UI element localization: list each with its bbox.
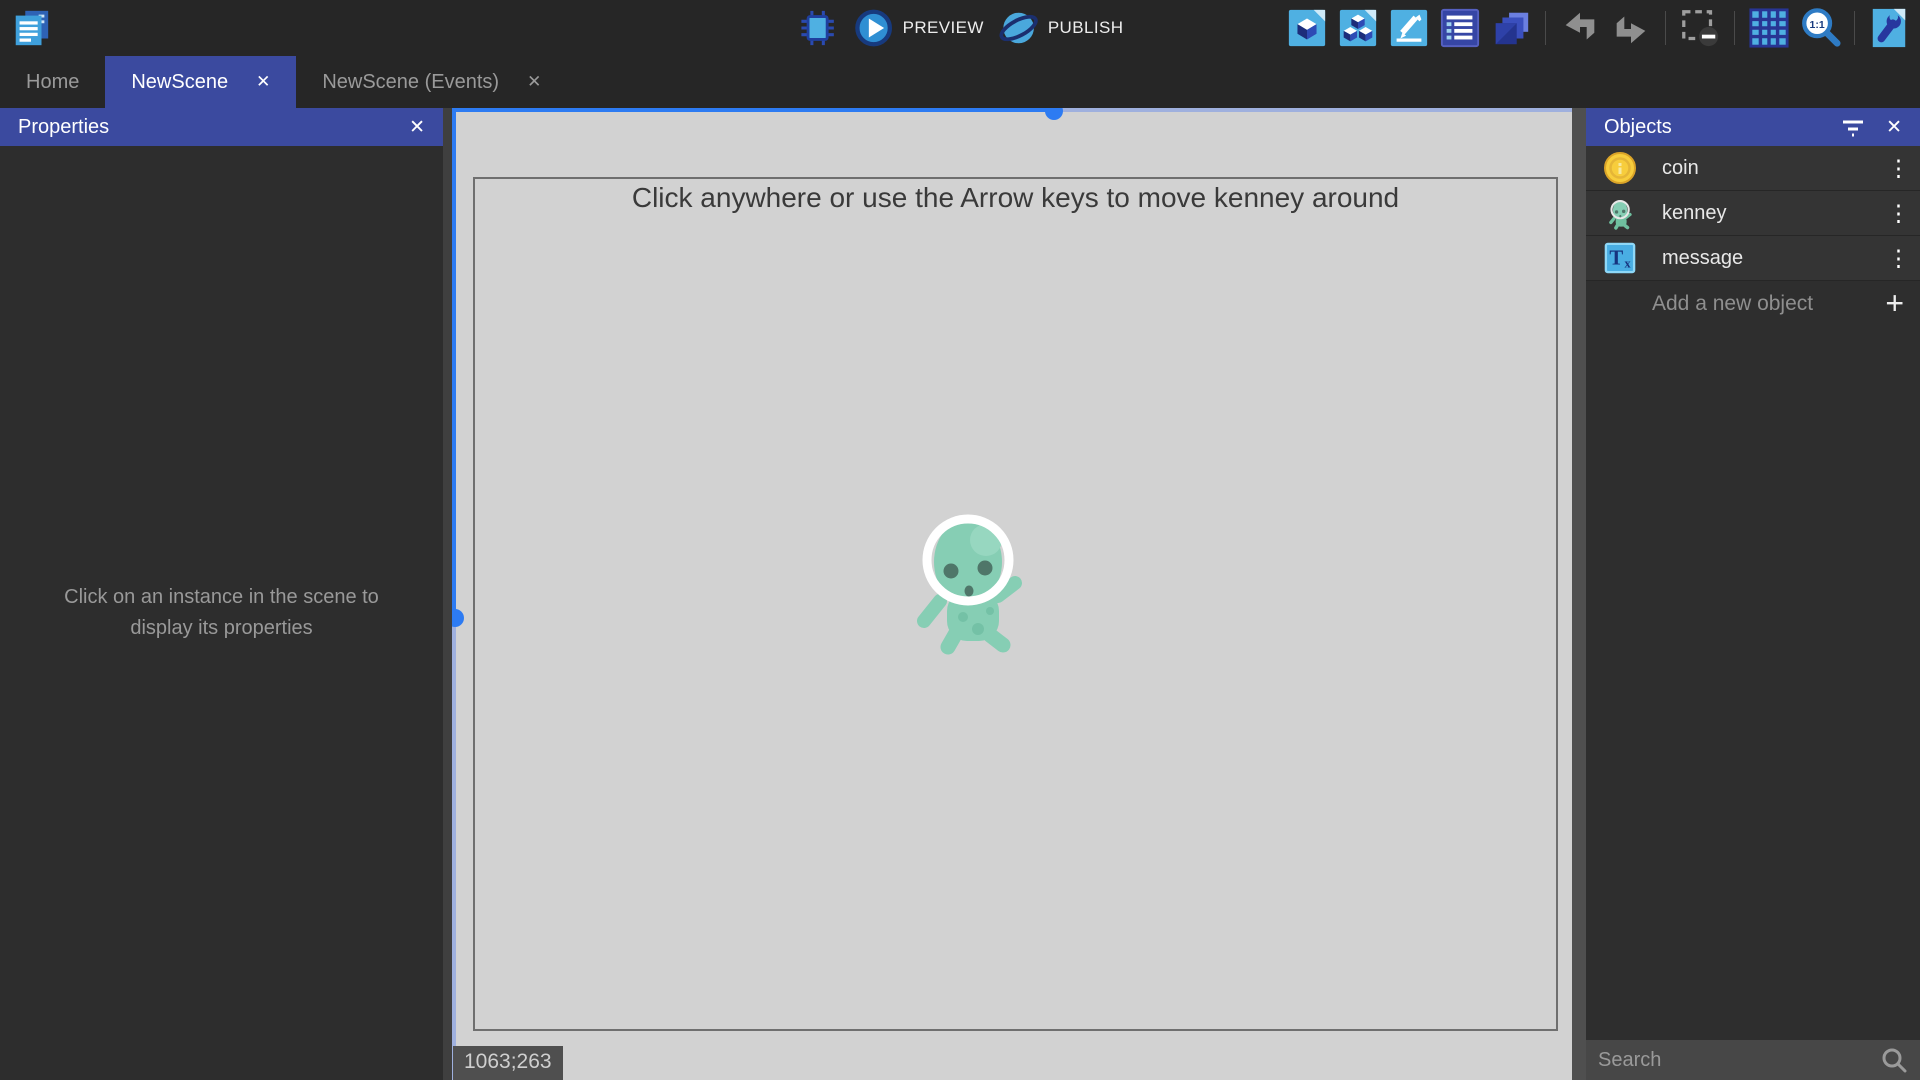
tab-home[interactable]: Home	[0, 56, 105, 108]
search-icon[interactable]	[1880, 1046, 1908, 1074]
properties-close-icon[interactable]: ✕	[409, 116, 425, 139]
redo-icon[interactable]	[1610, 7, 1652, 49]
kenney-icon	[1602, 195, 1638, 231]
properties-panel-title: Properties	[18, 116, 109, 139]
selection-border-left	[452, 108, 456, 618]
scene-canvas[interactable]: Click anywhere or use the Arrow keys to …	[452, 108, 1572, 1080]
preview-label: PREVIEW	[903, 18, 984, 38]
tab-newscene-events-label: NewScene (Events)	[322, 71, 499, 94]
objects-search-bar	[1586, 1040, 1920, 1080]
main-menu-button[interactable]	[10, 7, 54, 51]
selection-border-top-light	[1054, 108, 1572, 112]
publish-button[interactable]: PUBLISH	[998, 7, 1124, 49]
filter-icon[interactable]	[1840, 114, 1866, 140]
object-label: kenney	[1662, 202, 1727, 225]
object-menu-coin[interactable]: ⋮	[1887, 157, 1920, 180]
tab-newscene-close-icon[interactable]: ✕	[256, 72, 270, 92]
objects-panel-empty-space	[1586, 326, 1920, 1040]
object-row-kenney[interactable]: kenney ⋮	[1586, 191, 1920, 236]
selection-border-left-light	[452, 618, 456, 1080]
main-area: Properties ✕ Click on an instance in the…	[0, 108, 1920, 1080]
coin-icon	[1602, 150, 1638, 186]
tab-newscene-events-close-icon[interactable]: ✕	[527, 72, 541, 92]
objects-panel-header: Objects ✕	[1586, 108, 1920, 146]
properties-panel-body: Click on an instance in the scene to dis…	[0, 146, 443, 1080]
toolbar-separator	[1854, 11, 1855, 45]
instances-list-icon[interactable]	[1439, 7, 1481, 49]
add-object-label: Add a new object	[1652, 292, 1813, 316]
objects-panel-icon[interactable]	[1286, 7, 1328, 49]
kenney-sprite[interactable]	[910, 495, 1025, 657]
properties-panel: Properties ✕ Click on an instance in the…	[0, 108, 443, 1080]
menu-icon	[10, 7, 52, 49]
resize-handle-top[interactable]	[1045, 108, 1063, 120]
undo-icon[interactable]	[1559, 7, 1601, 49]
svg-text:1:1: 1:1	[1810, 19, 1825, 31]
objects-close-icon[interactable]: ✕	[1886, 116, 1902, 139]
tab-newscene[interactable]: NewScene ✕	[105, 56, 296, 108]
plus-icon: +	[1885, 285, 1920, 322]
left-panel-resizer[interactable]	[443, 108, 452, 1080]
publish-label: PUBLISH	[1048, 18, 1124, 38]
object-menu-message[interactable]: ⋮	[1887, 247, 1920, 270]
tab-home-label: Home	[26, 71, 79, 94]
toolbar-separator	[1734, 11, 1735, 45]
editor-tabbar: Home NewScene ✕ NewScene (Events) ✕	[0, 56, 1920, 108]
objects-panel: Objects ✕	[1586, 108, 1920, 1080]
gdevelop-window: PREVIEW PUBLISH	[0, 0, 1920, 1080]
object-label: message	[1662, 247, 1743, 270]
objects-search-input[interactable]	[1598, 1049, 1880, 1072]
right-panel-resizer[interactable]	[1572, 108, 1586, 1080]
object-groups-icon[interactable]	[1337, 7, 1379, 49]
grid-icon[interactable]	[1748, 7, 1790, 49]
zoom-1to1-icon[interactable]: 1:1	[1799, 7, 1841, 49]
svg-text:T: T	[1609, 248, 1623, 270]
properties-panel-header: Properties ✕	[0, 108, 443, 146]
object-row-message[interactable]: T x message ⋮	[1586, 236, 1920, 281]
cursor-coordinates-badge: 1063;263	[453, 1046, 563, 1080]
debug-icon	[797, 7, 839, 49]
toolbar-center-group: PREVIEW PUBLISH	[797, 0, 1124, 56]
tab-newscene-label: NewScene	[131, 71, 228, 94]
project-settings-icon[interactable]	[1868, 7, 1910, 49]
scene-text-object[interactable]: Click anywhere or use the Arrow keys to …	[475, 182, 1556, 214]
text-icon: T x	[1602, 240, 1638, 276]
svg-text:x: x	[1624, 256, 1631, 270]
publish-globe-icon	[998, 7, 1040, 49]
object-row-coin[interactable]: coin ⋮	[1586, 146, 1920, 191]
tab-newscene-events[interactable]: NewScene (Events) ✕	[296, 56, 567, 108]
object-label: coin	[1662, 157, 1699, 180]
toolbar-right-group: 1:1	[1286, 0, 1910, 56]
layers-icon[interactable]	[1490, 7, 1532, 49]
objects-panel-title: Objects	[1604, 116, 1672, 139]
properties-empty-hint: Click on an instance in the scene to dis…	[49, 582, 394, 644]
resize-handle-left[interactable]	[452, 609, 464, 627]
toolbar-separator	[1545, 11, 1546, 45]
properties-panel-icon[interactable]	[1388, 7, 1430, 49]
object-menu-kenney[interactable]: ⋮	[1887, 202, 1920, 225]
debug-button[interactable]	[797, 7, 839, 49]
deselect-icon[interactable]	[1679, 7, 1721, 49]
preview-button[interactable]: PREVIEW	[853, 7, 984, 49]
play-icon	[853, 7, 895, 49]
add-object-button[interactable]: Add a new object +	[1586, 281, 1920, 326]
main-toolbar: PREVIEW PUBLISH	[0, 0, 1920, 56]
selection-border-top	[452, 108, 1054, 112]
toolbar-separator	[1665, 11, 1666, 45]
